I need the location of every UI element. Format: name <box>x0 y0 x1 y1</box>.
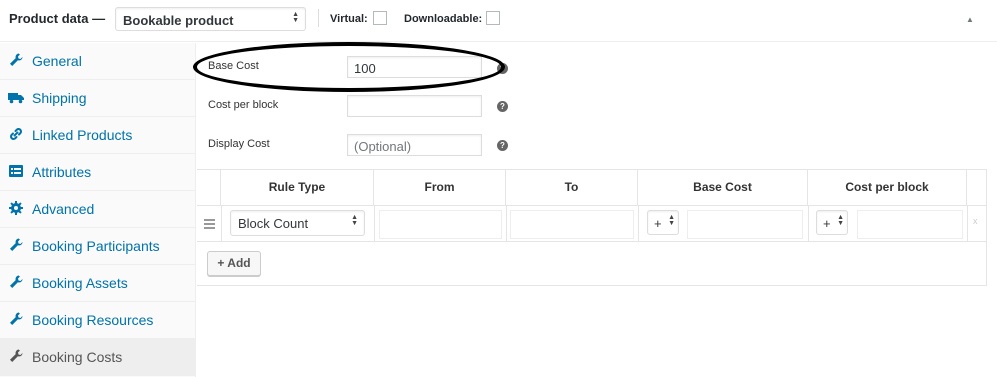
list-icon <box>8 163 24 179</box>
product-type-select[interactable]: Bookable product ▲ ▼ <box>115 7 306 31</box>
tab-booking-resources[interactable]: Booking Resources <box>0 302 196 339</box>
tab-general-label: General <box>32 53 82 69</box>
block-cost-modifier-select[interactable]: + ▲ ▼ <box>816 210 848 235</box>
select-arrows-icon: ▲ ▼ <box>837 214 844 227</box>
table-header-base-cost: Base Cost <box>638 170 808 205</box>
cost-per-block-input[interactable] <box>347 95 482 117</box>
tab-booking-resources-label: Booking Resources <box>32 312 154 328</box>
table-header-cost-per-block: Cost per block <box>808 170 967 205</box>
select-arrows-icon: ▲ ▼ <box>351 214 358 227</box>
tab-shipping-label: Shipping <box>32 90 87 106</box>
tab-shipping[interactable]: Shipping <box>0 80 196 117</box>
block-cost-modifier-value: + <box>823 216 831 231</box>
display-cost-input[interactable]: (Optional) <box>347 134 482 156</box>
product-type-value: Bookable product <box>123 13 234 28</box>
table-header-rule-type: Rule Type <box>221 170 374 205</box>
tab-booking-costs[interactable]: Booking Costs <box>0 339 196 376</box>
product-data-header: Product data — Bookable product ▲ ▼ Virtu… <box>0 0 997 42</box>
table-header-drag <box>197 170 221 205</box>
base-cost-modifier-select[interactable]: + ▲ ▼ <box>647 210 679 235</box>
tab-booking-costs-label: Booking Costs <box>32 349 123 365</box>
tab-attributes[interactable]: Attributes <box>0 154 196 191</box>
collapse-arrow-icon[interactable]: ▲ <box>966 15 974 24</box>
help-icon[interactable]: ? <box>497 140 508 151</box>
display-cost-placeholder: (Optional) <box>354 139 412 154</box>
table-divider <box>638 205 639 241</box>
help-icon[interactable]: ? <box>497 63 508 74</box>
base-cost-value: 100 <box>354 61 376 76</box>
from-input[interactable] <box>379 210 502 239</box>
tab-linked-products[interactable]: Linked Products <box>0 117 196 154</box>
select-arrows-icon: ▲ ▼ <box>292 11 299 24</box>
link-icon <box>8 126 24 142</box>
tab-booking-participants-label: Booking Participants <box>32 238 160 254</box>
cost-per-block-rule-input[interactable] <box>857 210 963 239</box>
table-divider <box>197 241 987 242</box>
drag-handle-icon[interactable] <box>204 219 215 231</box>
gear-icon <box>8 200 24 216</box>
table-divider <box>221 205 222 241</box>
rule-type-select[interactable]: Block Count ▲ ▼ <box>230 210 365 236</box>
truck-icon <box>8 89 24 105</box>
tab-advanced-label: Advanced <box>32 201 95 217</box>
remove-rule-icon[interactable]: x <box>973 216 978 226</box>
table-divider <box>808 205 809 241</box>
select-arrows-icon: ▲ ▼ <box>668 214 675 227</box>
virtual-label: Virtual: <box>330 13 368 25</box>
rule-type-value: Block Count <box>238 216 309 231</box>
tab-advanced[interactable]: Advanced <box>0 191 196 228</box>
base-cost-rule-input[interactable] <box>687 210 803 239</box>
table-divider <box>197 205 987 206</box>
wrench-icon <box>8 311 24 327</box>
wrench-icon <box>8 274 24 290</box>
cost-per-block-label: Cost per block <box>208 99 279 111</box>
downloadable-label: Downloadable: <box>404 13 483 25</box>
base-cost-label: Base Cost <box>208 60 259 72</box>
base-cost-input[interactable]: 100 <box>347 56 482 78</box>
add-rule-button[interactable]: + Add <box>207 251 261 276</box>
tab-attributes-label: Attributes <box>32 164 92 180</box>
cost-rules-table: Rule Type From To Base Cost Cost per blo… <box>197 169 987 286</box>
table-header-to: To <box>506 170 638 205</box>
help-icon[interactable]: ? <box>497 101 508 112</box>
wrench-icon <box>8 348 24 364</box>
product-data-title: Product data — <box>9 11 106 26</box>
wrench-icon <box>8 52 24 68</box>
display-cost-label: Display Cost <box>208 138 270 150</box>
table-header-from: From <box>374 170 506 205</box>
tab-booking-assets-label: Booking Assets <box>32 275 128 291</box>
to-input[interactable] <box>510 210 634 239</box>
base-cost-modifier-value: + <box>654 216 662 231</box>
table-divider <box>506 205 507 241</box>
table-divider <box>374 205 375 241</box>
tab-booking-assets[interactable]: Booking Assets <box>0 265 196 302</box>
table-divider <box>967 205 968 241</box>
tab-general[interactable]: General <box>0 43 196 80</box>
downloadable-checkbox[interactable] <box>486 11 500 25</box>
header-divider <box>318 9 319 27</box>
tab-booking-participants[interactable]: Booking Participants <box>0 228 196 265</box>
virtual-checkbox[interactable] <box>373 11 387 25</box>
tab-linked-products-label: Linked Products <box>32 127 133 143</box>
product-data-tabs: General Shipping Linked Products Attribu… <box>0 43 196 377</box>
wrench-icon <box>8 237 24 253</box>
